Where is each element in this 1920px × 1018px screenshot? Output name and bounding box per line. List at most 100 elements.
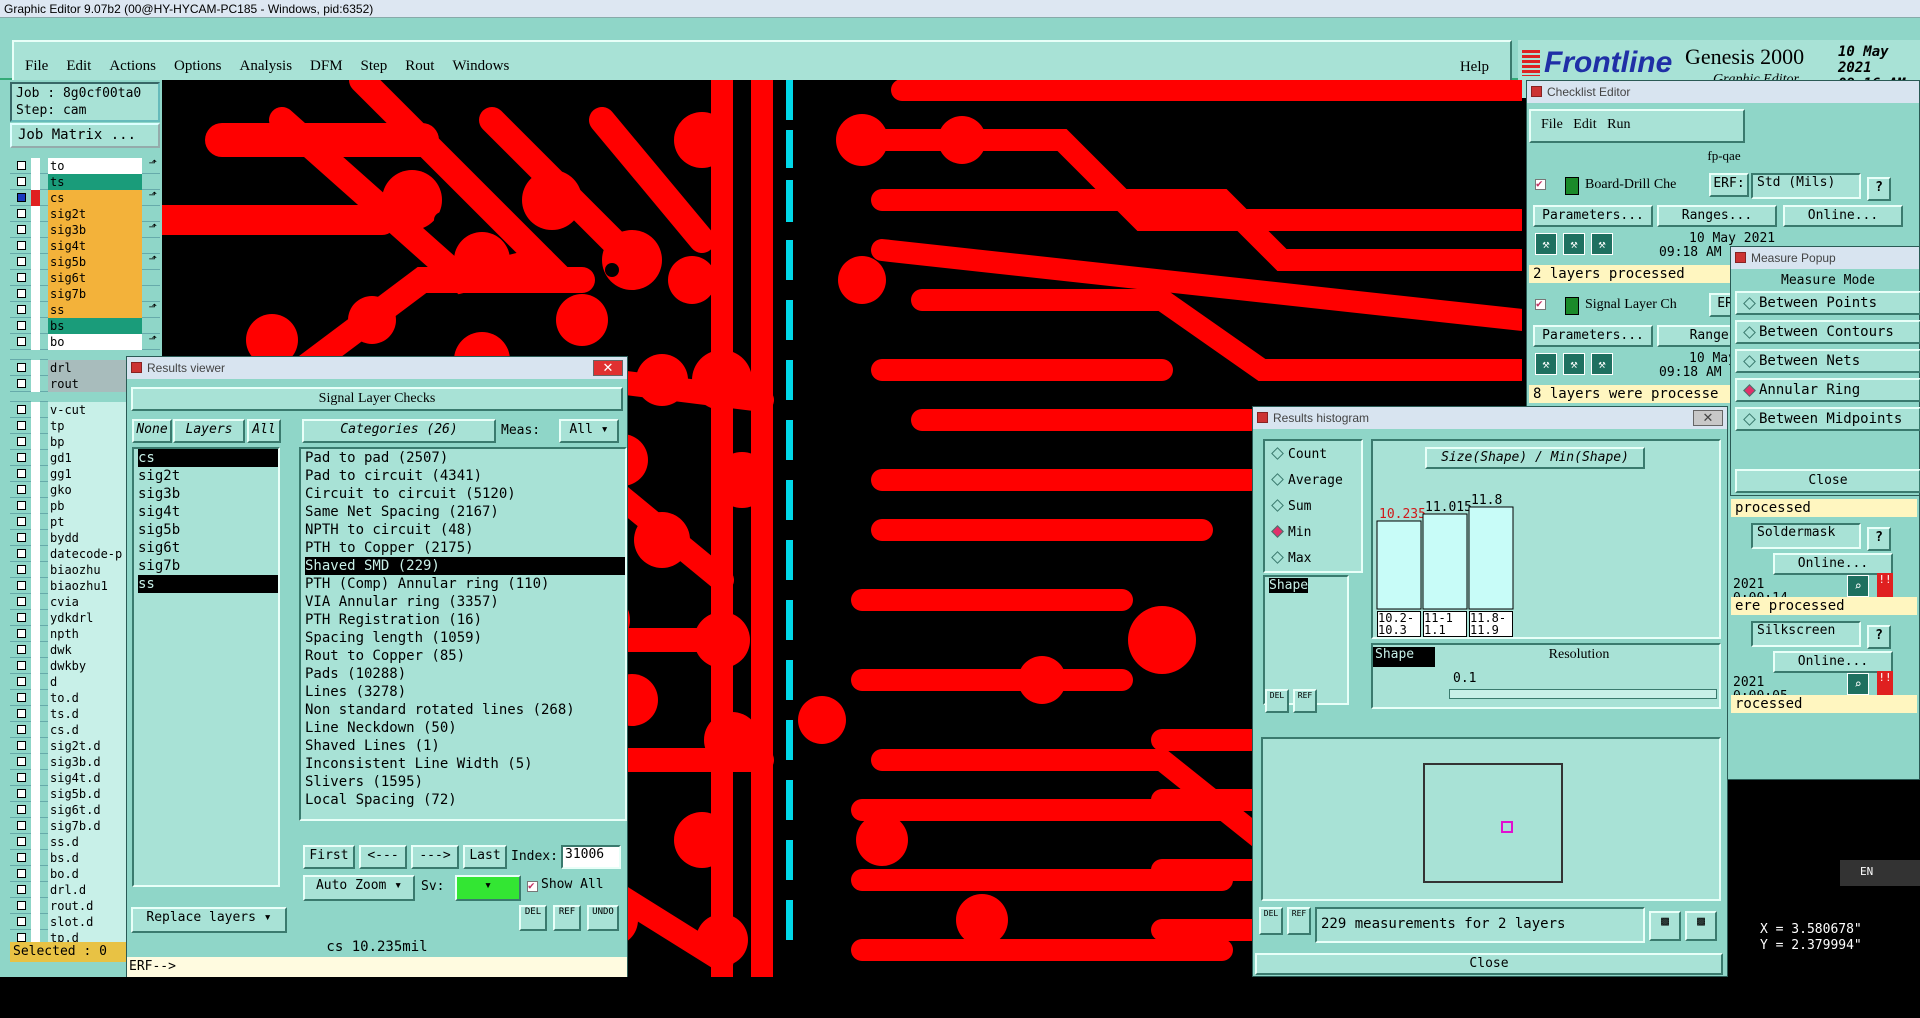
- layer-visibility-checkbox[interactable]: [17, 901, 26, 910]
- layer-visibility-checkbox[interactable]: [17, 379, 26, 388]
- category-item[interactable]: Spacing length (1059): [305, 629, 625, 647]
- mode-radio-min[interactable]: Min: [1273, 525, 1311, 540]
- layer-visibility-checkbox[interactable]: [17, 885, 26, 894]
- results-viewer-titlebar[interactable]: Results viewer ✕: [127, 357, 627, 379]
- category-item[interactable]: Pads (10288): [305, 665, 625, 683]
- ref-button[interactable]: REF: [553, 905, 581, 931]
- layer-visibility-checkbox[interactable]: [17, 193, 26, 202]
- measure-option-between-midpoints[interactable]: Between Midpoints: [1735, 407, 1920, 431]
- next-button[interactable]: --->: [411, 845, 459, 869]
- measure-option-between-contours[interactable]: Between Contours: [1735, 320, 1920, 344]
- layer-visibility-checkbox[interactable]: [17, 453, 26, 462]
- help-icon[interactable]: ?: [1867, 527, 1891, 551]
- check-parameters-button[interactable]: Parameters...: [1533, 205, 1653, 227]
- layer-row[interactable]: ss ⬏: [10, 302, 160, 318]
- result-layer-item[interactable]: sig5b: [138, 521, 278, 539]
- category-list[interactable]: Pad to pad (2507) Pad to circuit (4341) Ci…: [299, 447, 627, 821]
- layer-visibility-checkbox[interactable]: [17, 241, 26, 250]
- map-del-button[interactable]: DEL: [1259, 907, 1283, 935]
- layer-visibility-checkbox[interactable]: [17, 225, 26, 234]
- category-item[interactable]: Slivers (1595): [305, 773, 625, 791]
- layer-name[interactable]: ss: [48, 302, 142, 318]
- layer-visibility-checkbox[interactable]: [17, 821, 26, 830]
- language-indicator[interactable]: EN: [1840, 860, 1920, 886]
- layer-visibility-checkbox[interactable]: [17, 257, 26, 266]
- menu-file[interactable]: File: [25, 58, 48, 75]
- result-layer-item[interactable]: sig6t: [138, 539, 278, 557]
- layer-visibility-checkbox[interactable]: [17, 549, 26, 558]
- layer-visibility-checkbox[interactable]: [17, 437, 26, 446]
- layer-row[interactable]: sig6t: [10, 270, 160, 286]
- layer-visibility-checkbox[interactable]: [17, 613, 26, 622]
- field-shape[interactable]: Shape: [1269, 578, 1309, 593]
- result-layer-item[interactable]: sig2t: [138, 467, 278, 485]
- meas-select[interactable]: All ▾: [559, 419, 619, 443]
- menu-step[interactable]: Step: [361, 58, 388, 75]
- result-layer-item[interactable]: cs: [138, 449, 278, 467]
- layer-visibility-checkbox[interactable]: [17, 757, 26, 766]
- category-item[interactable]: Circuit to circuit (5120): [305, 485, 625, 503]
- checklist-menu-file[interactable]: File: [1541, 117, 1563, 132]
- layer-name[interactable]: sig6t: [48, 270, 142, 286]
- index-input[interactable]: 31006: [561, 845, 621, 869]
- measure-option-annular-ring[interactable]: Annular Ring: [1735, 378, 1920, 402]
- mode-radio-count[interactable]: Count: [1273, 447, 1327, 462]
- histogram-bar[interactable]: [1422, 513, 1468, 610]
- category-item[interactable]: NPTH to circuit (48): [305, 521, 625, 539]
- layer-row[interactable]: to ⬏: [10, 158, 160, 174]
- layer-visibility-checkbox[interactable]: [17, 645, 26, 654]
- erf-prompt[interactable]: ERF-->: [127, 957, 627, 977]
- layer-visibility-checkbox[interactable]: [17, 209, 26, 218]
- category-item[interactable]: VIA Annular ring (3357): [305, 593, 625, 611]
- layer-row[interactable]: sig7b: [10, 286, 160, 302]
- layer-visibility-checkbox[interactable]: [17, 273, 26, 282]
- checklist-menu-run[interactable]: Run: [1607, 117, 1630, 132]
- layer-visibility-checkbox[interactable]: [17, 533, 26, 542]
- layer-visibility-checkbox[interactable]: [17, 805, 26, 814]
- none-button[interactable]: None: [132, 419, 172, 443]
- layer-visibility-checkbox[interactable]: [17, 677, 26, 686]
- layer-visibility-checkbox[interactable]: [17, 405, 26, 414]
- layer-name[interactable]: bs: [48, 318, 142, 334]
- category-item[interactable]: Lines (3278): [305, 683, 625, 701]
- layer-visibility-checkbox[interactable]: [17, 741, 26, 750]
- layer-visibility-checkbox[interactable]: [17, 321, 26, 330]
- layer-visibility-checkbox[interactable]: [17, 363, 26, 372]
- layer-name[interactable]: ts: [48, 174, 142, 190]
- menu-dfm[interactable]: DFM: [310, 58, 343, 75]
- help-icon[interactable]: ?: [1867, 625, 1891, 649]
- layer-visibility-checkbox[interactable]: [17, 161, 26, 170]
- layer-visibility-checkbox[interactable]: [17, 725, 26, 734]
- layer-visibility-checkbox[interactable]: [17, 421, 26, 430]
- layer-visibility-checkbox[interactable]: [17, 501, 26, 510]
- map-ref-button[interactable]: REF: [1287, 907, 1311, 935]
- result-layer-item[interactable]: sig7b: [138, 557, 278, 575]
- resolution-slider[interactable]: [1449, 689, 1717, 699]
- prev-button[interactable]: <---: [359, 845, 407, 869]
- result-layer-item[interactable]: sig3b: [138, 485, 278, 503]
- category-item[interactable]: PTH to Copper (2175): [305, 539, 625, 557]
- partial-online-button[interactable]: Online...: [1773, 651, 1893, 673]
- layer-visibility-checkbox[interactable]: [17, 709, 26, 718]
- all-button[interactable]: All: [247, 419, 281, 443]
- layer-visibility-checkbox[interactable]: [17, 837, 26, 846]
- measure-option-between-points[interactable]: Between Points: [1735, 291, 1920, 315]
- checklist-titlebar[interactable]: Checklist Editor: [1527, 81, 1919, 103]
- category-item[interactable]: Pad to pad (2507): [305, 449, 625, 467]
- histogram-close-button[interactable]: Close: [1255, 953, 1723, 975]
- layer-name[interactable]: sig5b: [48, 254, 142, 270]
- run-icon[interactable]: ⚒: [1535, 353, 1557, 375]
- check-enable-checkbox[interactable]: [1535, 177, 1546, 190]
- replace-layers-select[interactable]: Replace layers ▾: [131, 907, 287, 933]
- layer-row[interactable]: bs: [10, 318, 160, 334]
- layer-visibility-checkbox[interactable]: [17, 917, 26, 926]
- job-matrix-button[interactable]: Job Matrix ...: [10, 123, 160, 148]
- category-item[interactable]: Rout to Copper (85): [305, 647, 625, 665]
- category-item[interactable]: PTH (Comp) Annular ring (110): [305, 575, 625, 593]
- del-button[interactable]: DEL: [519, 905, 547, 931]
- first-button[interactable]: First: [303, 845, 355, 869]
- layer-visibility-checkbox[interactable]: [17, 933, 26, 942]
- layer-visibility-checkbox[interactable]: [17, 661, 26, 670]
- layer-name[interactable]: bo: [48, 334, 142, 350]
- mode-radio-average[interactable]: Average: [1273, 473, 1343, 488]
